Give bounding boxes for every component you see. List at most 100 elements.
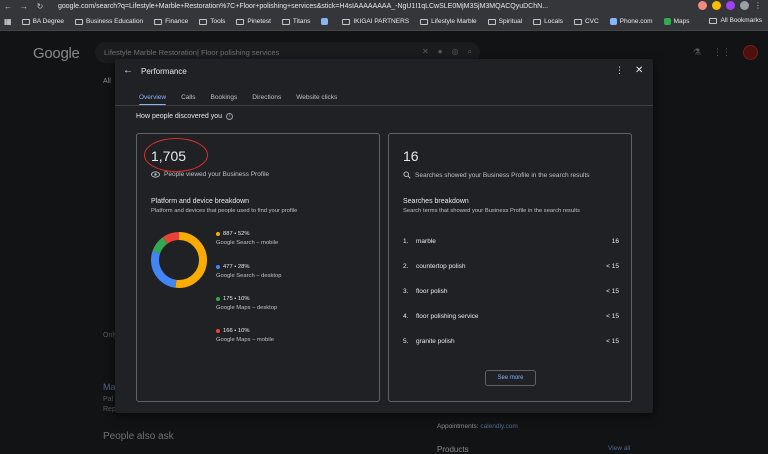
list-item: 3. floor polish < 15	[403, 288, 621, 313]
search-count: 16	[611, 238, 619, 245]
close-icon[interactable]: ✕	[635, 65, 643, 76]
discovered-heading: How people discovered you i	[136, 113, 233, 120]
browser-toolbar: ← → ↻ google.com/search?q=Lifestyle+Marb…	[0, 0, 768, 13]
searches-line: Searches showed your Business Profile in…	[403, 171, 590, 179]
legend-item: 166 • 10% Google Maps – mobile	[216, 328, 274, 343]
folder-icon	[342, 18, 351, 25]
back-arrow-icon[interactable]: ←	[123, 65, 135, 77]
forward-icon[interactable]: →	[16, 2, 32, 11]
bookmark-label: Phone.com	[619, 18, 653, 25]
list-item: 2. countertop polish < 15	[403, 263, 621, 288]
all-bookmarks-label: All Bookmarks	[720, 17, 762, 24]
extension-icon[interactable]	[726, 1, 735, 10]
search-terms-list: 1. marble 16 2. countertop polish < 15 3…	[403, 238, 621, 363]
legend-value: 477 • 28%	[223, 264, 250, 270]
profile-icon[interactable]	[740, 1, 749, 10]
bookmark-label: CVC	[584, 18, 599, 25]
search-term: floor polish	[416, 288, 448, 295]
eye-icon	[151, 171, 160, 178]
extension-icon[interactable]	[698, 1, 707, 10]
searches-count: 16	[403, 148, 419, 164]
tab-calls[interactable]: Calls	[181, 90, 195, 106]
bookmark-folder[interactable]: Titans	[281, 18, 310, 25]
bookmark-label: Tools	[210, 18, 226, 25]
folder-icon	[533, 18, 542, 25]
bookmark-label: IKIGAI PARTNERS	[353, 18, 410, 25]
back-icon[interactable]: ←	[0, 2, 16, 11]
search-term: granite polish	[416, 338, 455, 345]
bookmark-folder[interactable]: Tools	[199, 18, 225, 25]
folder-icon	[573, 18, 582, 25]
list-item: 5. granite polish < 15	[403, 338, 621, 363]
searches-breakdown-subtitle: Search terms that showed your Business P…	[403, 208, 580, 214]
platform-title: Platform and device breakdown	[151, 198, 250, 205]
folder-icon	[281, 18, 290, 25]
search-term: marble	[416, 238, 436, 245]
tabs-divider	[115, 105, 653, 106]
bookmark-label: Locals	[544, 18, 563, 25]
search-term: countertop polish	[416, 263, 466, 270]
info-icon[interactable]: i	[226, 113, 233, 120]
legend-value: 887 • 52%	[223, 231, 250, 237]
tab-overview[interactable]: Overview	[139, 90, 167, 106]
legend-item: 477 • 28% Google Search – desktop	[216, 264, 281, 279]
bookmark-folder[interactable]: Finance	[154, 18, 188, 25]
profile-views-card: 1,705 People viewed your Business Profil…	[136, 133, 380, 402]
search-count: < 15	[606, 288, 619, 295]
legend-dot	[216, 232, 220, 236]
bookmark-folder[interactable]: CVC	[573, 18, 599, 25]
favicon-icon	[321, 18, 329, 25]
tab-directions[interactable]: Directions	[252, 90, 281, 106]
search-count: < 15	[606, 313, 619, 320]
rank: 5.	[403, 338, 409, 345]
folder-icon	[21, 18, 30, 25]
rank: 2.	[403, 263, 409, 270]
rank: 4.	[403, 313, 409, 320]
tab-website-clicks[interactable]: Website clicks	[296, 90, 337, 106]
bookmark-folder[interactable]: BA Degree	[21, 18, 64, 25]
dialog-header: ← Performance ⋮ ✕	[115, 59, 653, 85]
searches-breakdown-title: Searches breakdown	[403, 198, 469, 205]
bookmark-folder[interactable]: IKIGAI PARTNERS	[342, 18, 409, 25]
bookmark-folder[interactable]: Spiritual	[487, 18, 522, 25]
folder-icon	[199, 18, 208, 25]
bookmarks-bar: ▦ BA Degree Business Education Finance T…	[0, 13, 768, 31]
bookmark-folder[interactable]: Lifestyle Marble	[420, 18, 477, 25]
legend-label: Google Maps – mobile	[216, 337, 275, 343]
bookmark-label: BA Degree	[32, 18, 64, 25]
bookmark-folder[interactable]: Locals	[533, 18, 563, 25]
bookmark-folder[interactable]: Business Education	[75, 18, 143, 25]
search-icon	[403, 171, 411, 179]
search-term: floor polishing service	[416, 313, 479, 320]
bookmark-label: Business Education	[86, 18, 144, 25]
platform-subtitle: Platform and devices that people used to…	[151, 208, 298, 214]
menu-icon[interactable]: ⋮	[754, 1, 762, 10]
performance-dialog: ← Performance ⋮ ✕ Overview Calls Booking…	[115, 59, 653, 413]
bookmark-folder[interactable]: Pinetest	[236, 18, 271, 25]
legend-item: 175 • 10% Google Maps – desktop	[216, 296, 277, 311]
bookmark-label: Maps	[673, 18, 690, 25]
address-bar[interactable]: google.com/search?q=Lifestyle+Marble+Res…	[58, 3, 548, 10]
legend-value: 175 • 10%	[223, 296, 250, 302]
searches-label: Searches showed your Business Profile in…	[415, 171, 590, 179]
legend-dot	[216, 297, 220, 301]
list-item: 4. floor polishing service < 15	[403, 313, 621, 338]
extension-icon[interactable]	[712, 1, 721, 10]
folder-icon	[709, 17, 718, 24]
search-count: < 15	[606, 263, 619, 270]
platform-donut-chart	[151, 232, 207, 288]
see-more-button[interactable]: See more	[485, 370, 536, 386]
search-count: < 15	[606, 338, 619, 345]
tab-bookings[interactable]: Bookings	[211, 90, 238, 106]
folder-icon	[75, 18, 83, 25]
more-options-icon[interactable]: ⋮	[615, 65, 624, 76]
all-bookmarks[interactable]: All Bookmarks	[709, 17, 762, 24]
bookmark-site[interactable]: Maps	[663, 18, 690, 25]
bookmark-site[interactable]: Phone.com	[609, 18, 653, 25]
legend-label: Google Search – desktop	[216, 273, 282, 279]
reload-icon[interactable]: ↻	[32, 2, 48, 11]
legend-dot	[216, 265, 220, 269]
apps-grid-icon[interactable]: ▦	[4, 17, 12, 26]
bookmark-site[interactable]	[321, 18, 331, 25]
extensions: ⋮	[698, 1, 762, 10]
